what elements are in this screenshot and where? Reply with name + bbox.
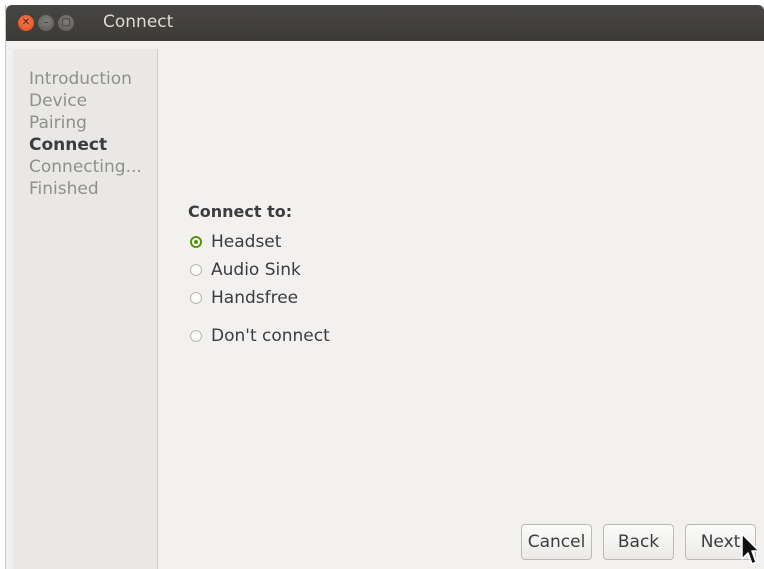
window-title: Connect	[103, 12, 174, 32]
option-label[interactable]: Don't connect	[211, 326, 330, 346]
connect-to-heading: Connect to:	[188, 202, 293, 221]
step-pairing: Pairing	[29, 113, 87, 133]
cancel-button[interactable]: Cancel	[521, 524, 592, 560]
mouse-pointer-icon	[741, 533, 760, 565]
radio-option-dont-connect[interactable]: Don't connect	[190, 325, 330, 347]
radio-button[interactable]	[190, 330, 202, 342]
step-finished: Finished	[29, 179, 99, 199]
maximize-icon[interactable]: ▢	[58, 15, 74, 31]
step-connect: Connect	[29, 135, 108, 155]
close-icon[interactable]: ✕	[18, 15, 34, 31]
option-label[interactable]: Handsfree	[211, 288, 298, 308]
minimize-icon[interactable]: –	[38, 15, 54, 31]
assistant-window: ✕ – ▢ Connect Introduction Device Pairin…	[5, 5, 764, 569]
radio-option-audio-sink[interactable]: Audio Sink	[190, 259, 301, 281]
radio-button[interactable]	[190, 292, 202, 304]
steps-sidebar: Introduction Device Pairing Connect Conn…	[13, 49, 158, 569]
radio-option-handsfree[interactable]: Handsfree	[190, 287, 298, 309]
title-bar[interactable]: ✕ – ▢ Connect	[6, 5, 764, 41]
back-button[interactable]: Back	[603, 524, 674, 560]
radio-button-checked[interactable]	[190, 236, 202, 248]
step-introduction: Introduction	[29, 69, 132, 89]
radio-button[interactable]	[190, 264, 202, 276]
step-device: Device	[29, 91, 88, 111]
option-label[interactable]: Audio Sink	[211, 260, 301, 280]
radio-option-headset[interactable]: Headset	[190, 231, 281, 253]
step-connecting: Connecting...	[29, 157, 142, 177]
option-label[interactable]: Headset	[211, 232, 281, 252]
